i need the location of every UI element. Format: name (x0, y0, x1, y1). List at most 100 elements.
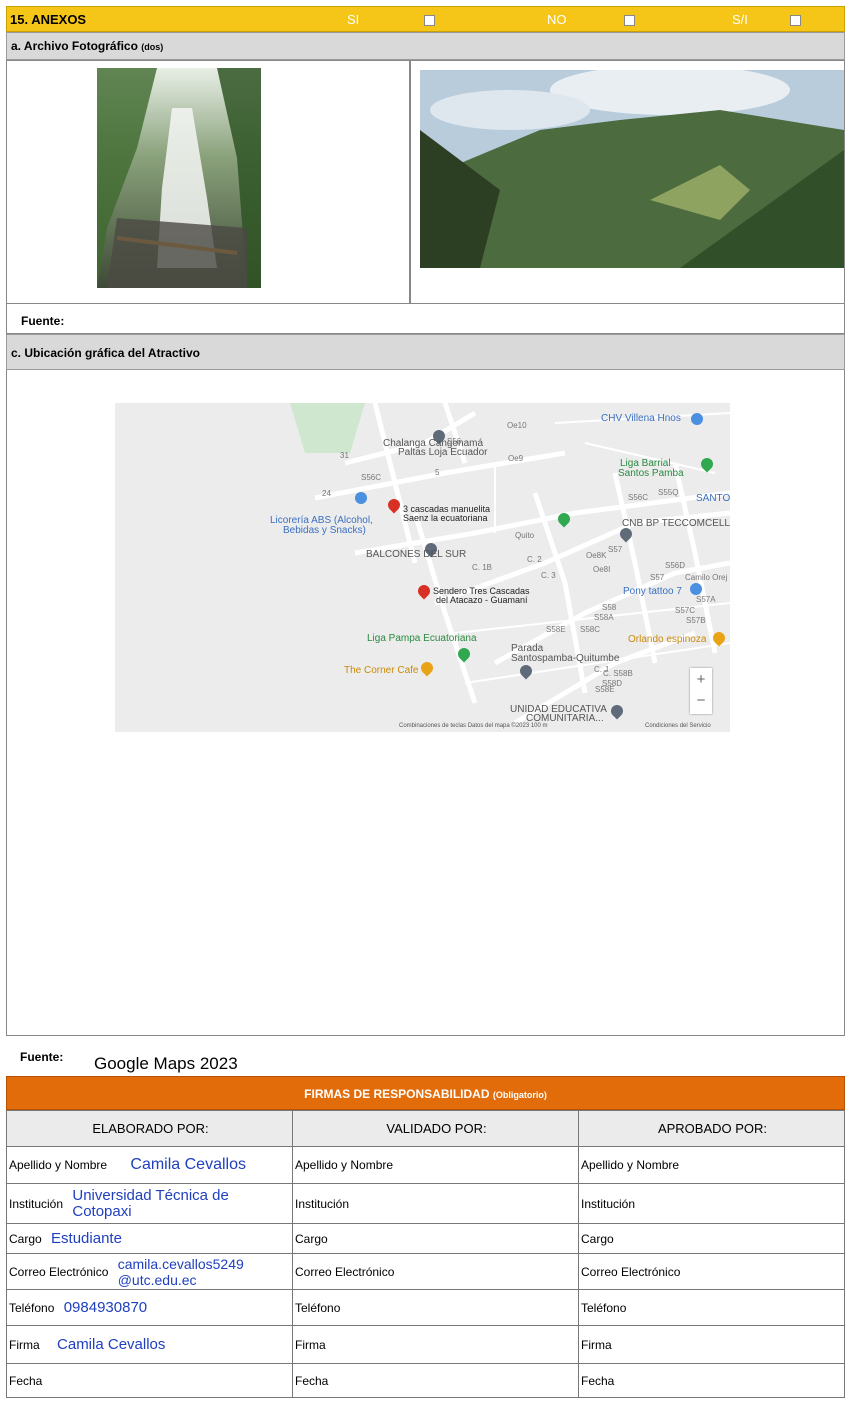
field-cell[interactable]: Cargo (578, 1223, 845, 1254)
street-label: Camilo Orej (685, 573, 728, 582)
zoom-in-button[interactable]: + (690, 668, 712, 691)
map-label: Santos Pamba (618, 468, 684, 479)
signatures-header: FIRMAS DE RESPONSABILIDAD (Obligatorio) (6, 1076, 845, 1110)
street-label: C. J (594, 665, 609, 674)
table-row: Teléfono 0984930870 Teléfono Teléfono (6, 1289, 845, 1326)
col-aprobado: APROBADO POR: (578, 1110, 845, 1147)
field-cell[interactable]: Cargo Estudiante (6, 1223, 293, 1254)
map-label: Liga Pampa Ecuatoriana (367, 633, 477, 644)
zoom-out-button[interactable]: − (690, 691, 712, 714)
map-label: Orlando espinoza (628, 634, 707, 645)
street-label: S57 (650, 573, 665, 582)
street-label: Quito (515, 531, 535, 540)
annex-title: 15. ANEXOS (10, 12, 87, 27)
field-cell[interactable]: Apellido y Nombre (578, 1146, 845, 1184)
field-cell[interactable]: Institución (578, 1183, 845, 1224)
table-row: Cargo Estudiante Cargo Cargo (6, 1223, 845, 1254)
map-label: Paltas Loja Ecuador (398, 447, 488, 458)
photo-cell-left (6, 60, 410, 304)
field-cell[interactable]: Correo Electrónico (292, 1253, 579, 1290)
zoom-control: + − (690, 668, 712, 714)
street-label: Oe10 (507, 421, 527, 430)
field-cell[interactable]: Apellido y Nombre (292, 1146, 579, 1184)
field-cell[interactable]: Institución Universidad Técnica de Cotop… (6, 1183, 293, 1224)
field-cell[interactable]: Teléfono 0984930870 (6, 1289, 293, 1326)
street-label: Oe8K (586, 551, 607, 560)
map-label: CNB BP TECCOMCELL (622, 518, 730, 529)
street-label: 31 (340, 451, 349, 460)
field-cell[interactable]: Teléfono (578, 1289, 845, 1326)
photo-archive-title: a. Archivo Fotográfico (11, 39, 138, 53)
street-label: S56C (628, 493, 649, 502)
field-label: Firma (9, 1337, 40, 1352)
photo-archive-suffix: (dos) (141, 42, 164, 52)
field-label: Teléfono (9, 1300, 55, 1315)
col-validado: VALIDADO POR: (292, 1110, 579, 1147)
field-cell[interactable]: Firma Camila Cevallos (6, 1325, 293, 1364)
field-cell[interactable]: Fecha (578, 1363, 845, 1398)
signatures-note: (Obligatorio) (492, 1090, 547, 1100)
source-row-map: Fuente: Google Maps 2023 (6, 1036, 845, 1076)
source-value: Google Maps 2023 (94, 1054, 238, 1073)
field-value: Camila Cevallos (130, 1156, 246, 1173)
street-label: S58E (546, 625, 566, 634)
signatures-title: FIRMAS DE RESPONSABILIDAD (304, 1087, 490, 1101)
field-cell[interactable]: Apellido y Nombre Camila Cevallos (6, 1146, 293, 1184)
map-pin-icon[interactable] (690, 583, 702, 595)
source-label: Fuente: (21, 314, 65, 328)
location-heading: c. Ubicación gráfica del Atractivo (6, 334, 845, 370)
map-label: Bebidas y Snacks) (283, 525, 366, 536)
photo-archive-heading: a. Archivo Fotográfico (dos) (6, 32, 845, 60)
map-label: CHV Villena Hnos (601, 413, 681, 424)
field-label: Correo Electrónico (9, 1264, 109, 1279)
waterfall-photo (97, 68, 261, 288)
street-label: C. 1B (472, 563, 493, 572)
map-attribution: Combinaciones de teclas Datos del mapa ©… (399, 723, 548, 729)
field-value: camila.cevallos5249 @utc.edu.ec (117, 1255, 244, 1288)
map-terms-link[interactable]: Condiciones del Servicio (645, 723, 711, 729)
street-label: Oe8I (593, 565, 611, 574)
field-label: Fecha (9, 1373, 43, 1388)
table-row: Fecha Fecha Fecha (6, 1363, 845, 1398)
field-cell[interactable]: Firma (292, 1325, 579, 1364)
map-label: BALCONES DEL SUR (366, 549, 467, 560)
table-header-row: ELABORADO POR: VALIDADO POR: APROBADO PO… (6, 1110, 845, 1147)
table-row: Apellido y Nombre Camila Cevallos Apelli… (6, 1146, 845, 1184)
street-label: Oe9 (508, 454, 524, 463)
field-value: Universidad Técnica de Cotopaxi (72, 1186, 229, 1220)
no-checkbox[interactable] (624, 15, 635, 26)
field-cell[interactable]: Correo Electrónico camila.cevallos5249 @… (6, 1253, 293, 1290)
street-label: 5 (435, 468, 440, 477)
street-label: C. 2 (527, 555, 542, 564)
map-pin-icon[interactable] (691, 413, 703, 425)
street-label: S55Q (658, 488, 679, 497)
field-cell[interactable]: Fecha (292, 1363, 579, 1398)
field-label: Cargo (9, 1231, 42, 1246)
field-cell[interactable]: Teléfono (292, 1289, 579, 1326)
field-cell[interactable]: Fecha (6, 1363, 293, 1398)
field-label: Apellido y Nombre (9, 1158, 108, 1172)
street-label: C. 3 (541, 571, 556, 580)
street-label: S57A (696, 595, 716, 604)
field-cell[interactable]: Correo Electrónico (578, 1253, 845, 1290)
si-na-checkbox[interactable] (790, 15, 801, 26)
map-label: Santospamba-Quitumbe (511, 653, 620, 664)
field-cell[interactable]: Cargo (292, 1223, 579, 1254)
street-label: S56C (361, 473, 382, 482)
field-cell[interactable]: Institución (292, 1183, 579, 1224)
si-label: SI (347, 12, 360, 27)
si-checkbox[interactable] (424, 15, 435, 26)
field-value: 0984930870 (63, 1298, 148, 1316)
map-label: Saenz la ecuatoriana (403, 513, 488, 523)
mountain-photo (420, 70, 844, 268)
field-value: Camila Cevallos (57, 1335, 166, 1353)
map-pin-icon[interactable] (355, 492, 367, 504)
field-label: Institución (9, 1196, 64, 1211)
google-map[interactable]: Chalanga Cangonamá Paltas Loja Ecuador C… (115, 403, 730, 732)
map-label: Pony tattoo 7 (623, 586, 682, 597)
street-label: 24 (322, 489, 331, 498)
street-label: S57C (675, 606, 696, 615)
street-label: S58 (602, 603, 617, 612)
map-label: del Atacazo - Guamaní (436, 595, 528, 605)
field-cell[interactable]: Firma (578, 1325, 845, 1364)
